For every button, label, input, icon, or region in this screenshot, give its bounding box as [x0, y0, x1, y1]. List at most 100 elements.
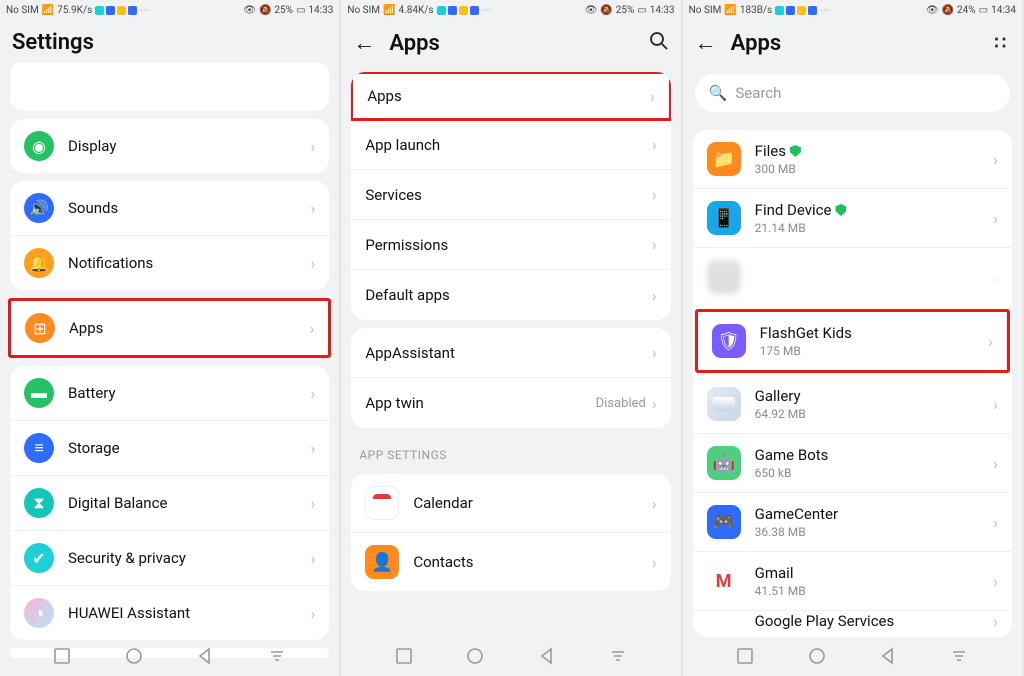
nav-bar — [0, 636, 339, 676]
header: Settings — [0, 20, 339, 63]
chevron-right-icon: › — [311, 494, 316, 513]
status-app-icons — [437, 6, 479, 15]
chevron-right-icon: › — [993, 454, 998, 473]
apps-row-app-twin[interactable]: App twin Disabled › — [351, 378, 670, 428]
settings-card-partial — [10, 63, 329, 111]
more-dots-icon: ⋯ — [482, 5, 492, 16]
settings-row-digital-balance[interactable]: ⧗ Digital Balance › — [10, 476, 329, 531]
app-list-row[interactable]: › — [693, 248, 1012, 307]
screen-apps-list: No SIM 📶 183B/s ⋯ 👁 🔕 24% ▭ 14:34 ← Apps… — [683, 0, 1024, 676]
app-list-row[interactable]: 🎮GameCenter36.38 MB› — [693, 493, 1012, 552]
chevron-right-icon: › — [652, 394, 657, 413]
nav-bar — [341, 636, 680, 676]
battery-icon: ▭ — [296, 5, 305, 16]
nav-recent-icon[interactable] — [395, 647, 413, 665]
settings-row-apps[interactable]: ⊞ Apps › — [11, 301, 328, 355]
shield-badge-icon — [790, 145, 801, 157]
nav-recent-icon[interactable] — [736, 647, 754, 665]
chevron-right-icon: › — [652, 135, 657, 154]
back-arrow-icon[interactable]: ← — [695, 30, 717, 56]
clock: 14:34 — [991, 5, 1016, 16]
settings-row-security[interactable]: ✔ Security & privacy › — [10, 531, 329, 586]
row-label: Battery — [68, 384, 311, 402]
settings-row-notifications[interactable]: 🔔 Notifications › — [10, 236, 329, 290]
apps-row-permissions[interactable]: Permissions › — [351, 220, 670, 270]
eye-icon: 👁 — [926, 5, 939, 16]
settings-row-huawei-assistant[interactable]: ◑ HUAWEI Assistant › — [10, 586, 329, 640]
chevron-right-icon: › — [993, 572, 998, 591]
nav-menu-icon[interactable] — [609, 647, 627, 665]
back-arrow-icon[interactable]: ← — [353, 30, 375, 56]
chevron-right-icon: › — [310, 319, 315, 338]
row-label: Permissions — [365, 236, 652, 254]
apps-row-app-launch[interactable]: App launch › — [351, 120, 670, 170]
screen-apps-menu: No SIM 📶 4.84K/s ⋯ 👁 🔕 25% ▭ 14:33 ← App… — [341, 0, 682, 676]
apps-row-services[interactable]: Services › — [351, 170, 670, 220]
settings-card-system: ▬ Battery › ≡ Storage › ⧗ Digital Balanc… — [10, 366, 329, 640]
nav-home-icon[interactable] — [125, 647, 143, 665]
chevron-right-icon: › — [993, 209, 998, 228]
app-name: Gallery — [755, 387, 994, 405]
search-icon[interactable] — [649, 31, 669, 56]
battery-pct: 24% — [957, 5, 976, 16]
bell-icon: 🔔 — [24, 248, 54, 278]
apps-row-calendar[interactable]: Calendar › — [351, 474, 670, 533]
blurred-app-icon — [707, 260, 741, 294]
app-list-row[interactable]: 🛡FlashGet Kids175 MB› — [695, 309, 1010, 373]
status-bar: No SIM 📶 75.9K/s ⋯ 👁 🔕 25% ▭ 14:33 — [0, 0, 339, 20]
apps-menu-card-2: AppAssistant › App twin Disabled › — [351, 328, 670, 428]
section-label: APP SETTINGS — [341, 436, 680, 466]
eye-icon: 👁 — [585, 5, 598, 16]
row-label: Digital Balance — [68, 494, 311, 512]
nav-home-icon[interactable] — [466, 647, 484, 665]
chevron-right-icon: › — [652, 494, 657, 513]
search-input[interactable]: 🔍 Search — [695, 74, 1010, 112]
four-dots-icon[interactable]: ∷ — [995, 33, 1010, 54]
apps-row-default-apps[interactable]: Default apps › — [351, 270, 670, 320]
chevron-right-icon: › — [993, 150, 998, 169]
row-label: App twin — [365, 394, 595, 412]
app-list-row[interactable]: MGmail41.51 MB› — [693, 552, 1012, 611]
hourglass-icon: ⧗ — [24, 488, 54, 518]
nav-menu-icon[interactable] — [268, 647, 286, 665]
chevron-right-icon: › — [311, 604, 316, 623]
apps-grid-icon: ⊞ — [25, 313, 55, 343]
app-list-row[interactable]: 📱Find Device21.14 MB› — [693, 189, 1012, 248]
chevron-right-icon: › — [652, 286, 657, 305]
battery-pct: 25% — [274, 5, 293, 16]
google-play-services-icon — [707, 611, 741, 637]
app-list-row[interactable]: 🤖Game Bots650 kB› — [693, 434, 1012, 493]
settings-row-storage[interactable]: ≡ Storage › — [10, 421, 329, 476]
nav-recent-icon[interactable] — [53, 647, 71, 665]
apps-row-apps[interactable]: Apps › — [351, 72, 670, 121]
settings-row[interactable] — [10, 63, 329, 111]
app-list-row[interactable]: 📁Files300 MB› — [693, 130, 1012, 189]
settings-row-battery[interactable]: ▬ Battery › — [10, 366, 329, 421]
nav-back-icon[interactable] — [879, 647, 897, 665]
chevron-right-icon: › — [311, 254, 316, 273]
battery-icon: ▭ — [979, 5, 988, 16]
nav-menu-icon[interactable] — [950, 647, 968, 665]
nav-home-icon[interactable] — [808, 647, 826, 665]
battery-icon: ▭ — [637, 5, 646, 16]
apps-row-contacts[interactable]: 👤 Contacts › — [351, 533, 670, 591]
row-label: Apps — [367, 87, 650, 105]
chevron-right-icon: › — [311, 549, 316, 568]
settings-row-display[interactable]: ◉ Display › — [10, 119, 329, 173]
contacts-icon: 👤 — [365, 545, 399, 579]
apps-row-appassistant[interactable]: AppAssistant › — [351, 328, 670, 378]
app-list-row[interactable]: Gallery64.92 MB› — [693, 375, 1012, 434]
mute-icon: 🔕 — [600, 5, 612, 16]
wifi-icon: 📶 — [724, 5, 736, 16]
app-list-row[interactable]: Google Play Services› — [693, 611, 1012, 637]
eye-icon: ◉ — [24, 131, 54, 161]
shield-badge-icon — [835, 204, 846, 216]
nav-back-icon[interactable] — [196, 647, 214, 665]
row-label: Display — [68, 137, 311, 155]
settings-row-sounds[interactable]: 🔊 Sounds › — [10, 181, 329, 236]
app-settings-card: Calendar › 👤 Contacts › — [351, 474, 670, 591]
app-size: 175 MB — [760, 344, 989, 358]
row-label: Apps — [69, 319, 310, 337]
nav-back-icon[interactable] — [538, 647, 556, 665]
chevron-right-icon: › — [988, 332, 993, 351]
